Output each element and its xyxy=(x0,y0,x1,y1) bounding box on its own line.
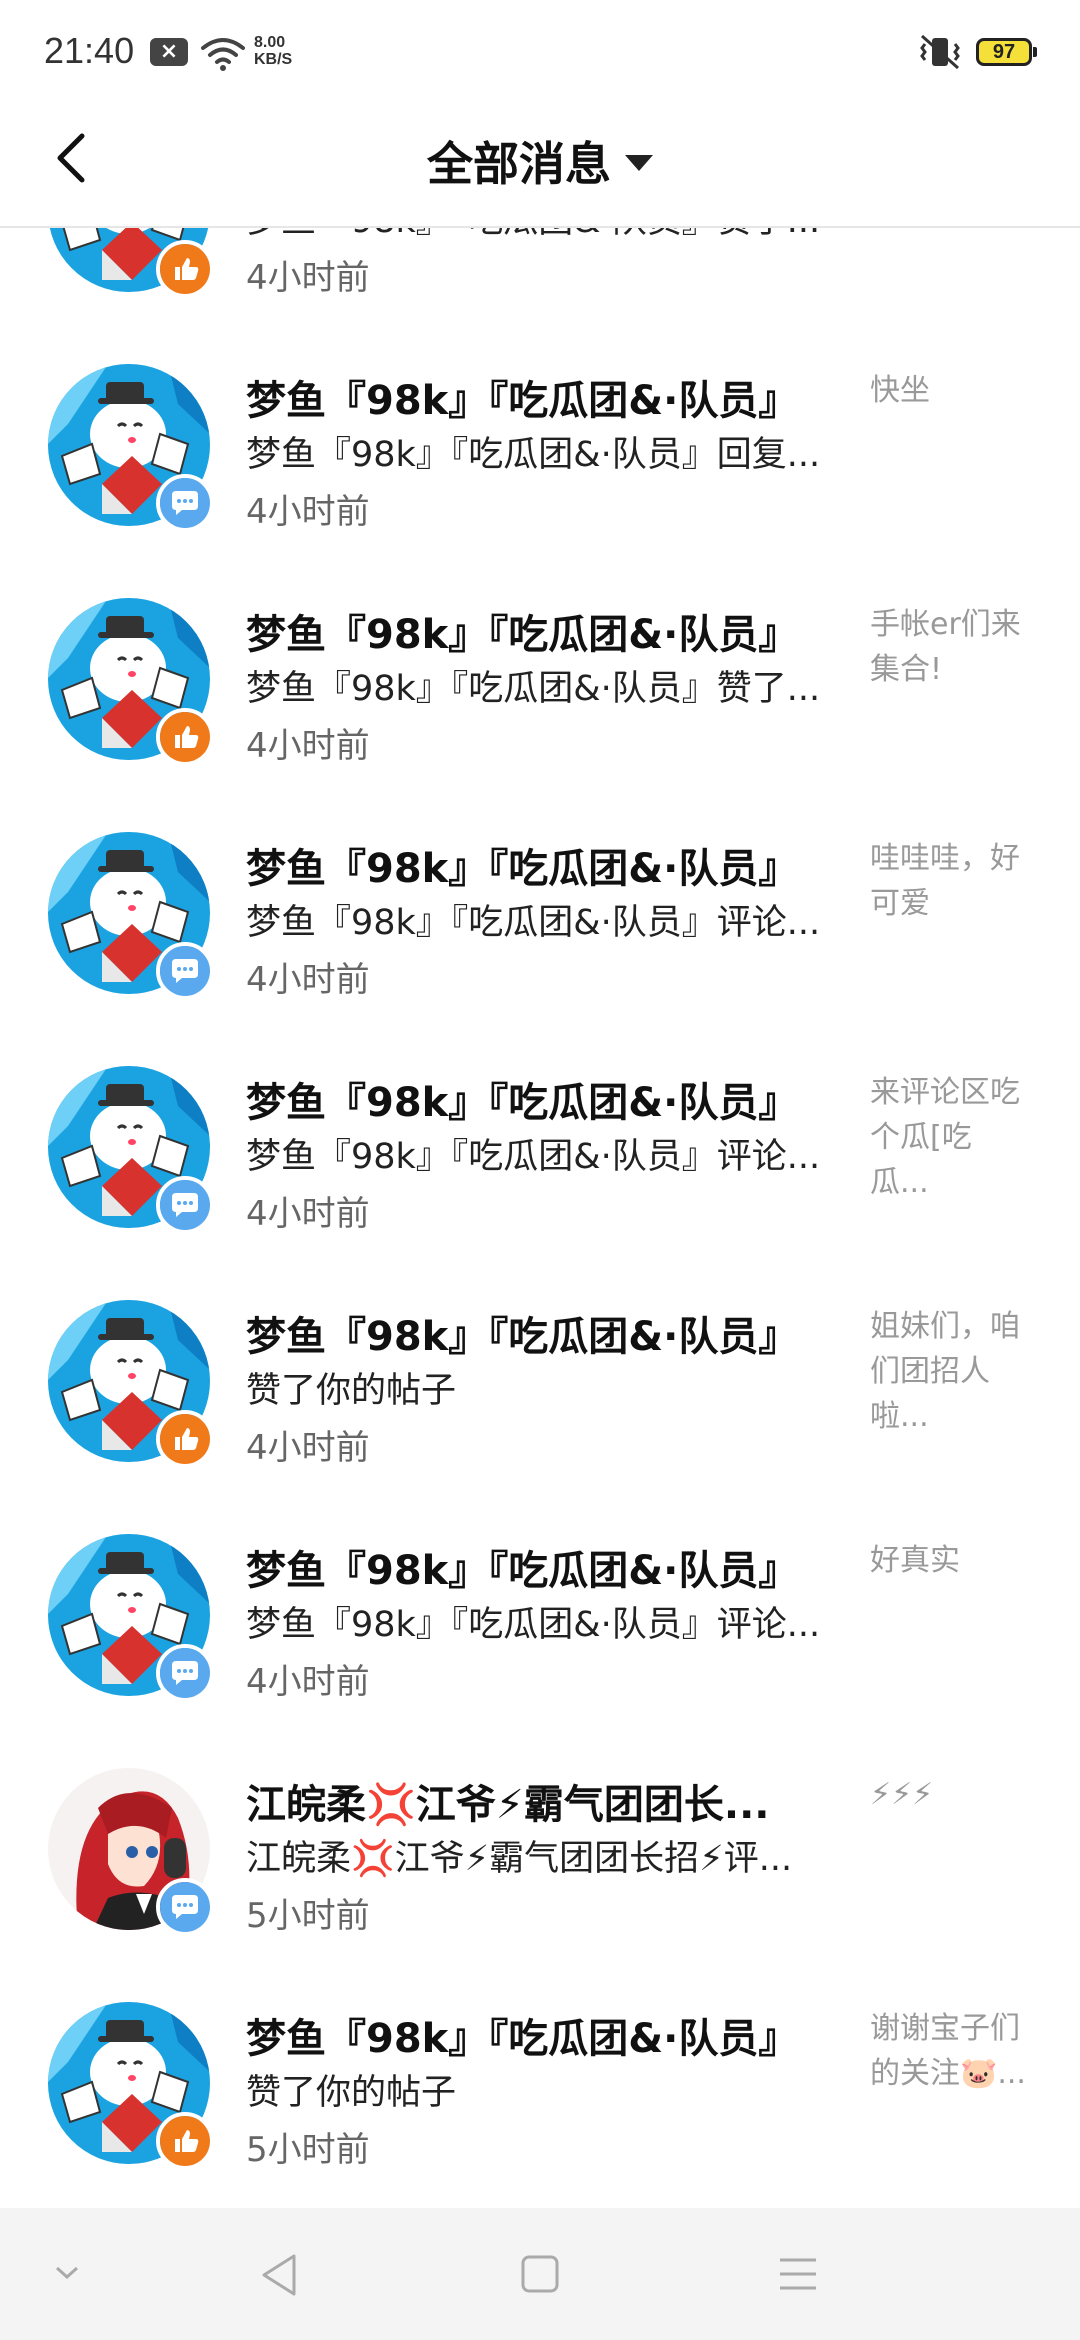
message-summary: 梦鱼『98k』『吃瓜团&·队员』评论... xyxy=(246,1137,821,1177)
status-time: 21:40 xyxy=(44,30,135,71)
back-triangle-icon[interactable] xyxy=(258,2252,300,2298)
comment-icon xyxy=(156,474,214,532)
sender-name: 梦鱼『98k』『吃瓜团&·队员』 xyxy=(246,1080,799,1126)
message-summary: 梦鱼『98k』『吃瓜团&·队员』评论... xyxy=(246,903,821,943)
battery-icon: 97 xyxy=(976,38,1037,66)
comment-icon xyxy=(156,1878,214,1936)
message-time: 4小时前 xyxy=(246,258,370,298)
post-preview: ⚡⚡⚡ xyxy=(870,1777,934,1812)
sender-name: 梦鱼『98k』『吃瓜团&·队员』 xyxy=(246,846,799,892)
system-nav-bar xyxy=(0,2208,1080,2340)
message-summary: 梦鱼『98k』『吃瓜团&·队员』赞了... xyxy=(246,669,821,709)
post-preview: 姐妹们，咱们团招人啦... xyxy=(870,1309,1020,1434)
message-time: 5小时前 xyxy=(246,1896,370,1936)
message-time: 4小时前 xyxy=(246,1662,370,1702)
wifi-icon xyxy=(201,38,245,71)
message-summary: 赞了你的帖子 xyxy=(246,1371,457,1411)
message-time: 5小时前 xyxy=(246,2130,370,2170)
message-item[interactable]: 梦鱼『98k』『吃瓜团&·队员』梦鱼『98k』『吃瓜团&·队员』赞了... 4小时… xyxy=(0,554,1080,788)
message-time: 4小时前 xyxy=(246,726,370,766)
net-speed-value: 8.00 xyxy=(254,34,286,51)
message-time: 4小时前 xyxy=(246,1428,370,1468)
thumbs-up-icon xyxy=(156,1410,214,1468)
message-summary: 梦鱼『98k』『吃瓜团&·队员』回复... xyxy=(246,435,821,475)
net-speed: 8.00 KB/S xyxy=(254,34,292,68)
comment-icon xyxy=(156,942,214,1000)
sender-name: 梦鱼『98k』『吃瓜团&·队员』 xyxy=(246,2016,799,2062)
message-item[interactable]: 梦鱼『98k』『吃瓜团&·队员』梦鱼『98k』『吃瓜团&·队员』评论... 4小时… xyxy=(0,1490,1080,1724)
message-item[interactable]: 梦鱼『98k』『吃瓜团&·队员』梦鱼『98k』『吃瓜团&·队员』回复... 4小时… xyxy=(0,320,1080,554)
message-item[interactable]: 梦鱼『98k』『吃瓜团&·队员』梦鱼『98k』『吃瓜团&·队员』评论... 4小时… xyxy=(0,788,1080,1022)
caret-down-icon xyxy=(625,155,653,171)
post-preview: 来评论区吃个瓜[吃瓜... xyxy=(870,1075,1020,1200)
thumbs-up-icon xyxy=(156,708,214,766)
post-preview: 手帐er们来集合! xyxy=(870,607,1021,687)
net-speed-unit: KB/S xyxy=(254,51,293,68)
comment-icon xyxy=(156,1176,214,1234)
post-preview: 好真实 xyxy=(870,1543,960,1578)
message-summary: 赞了你的帖子 xyxy=(246,2073,457,2113)
home-square-icon[interactable] xyxy=(520,2254,560,2294)
sender-name: 梦鱼『98k』『吃瓜团&·队员』 xyxy=(246,1314,799,1360)
thumbs-up-icon xyxy=(156,2112,214,2170)
message-item[interactable]: 梦鱼『98k』『吃瓜团&·队员』赞了你的帖子 4小时前 姐妹们，咱们团招人啦... xyxy=(0,1256,1080,1490)
message-time: 4小时前 xyxy=(246,960,370,1000)
chevron-down-icon[interactable] xyxy=(54,2264,80,2282)
menu-lines-icon[interactable] xyxy=(778,2256,818,2292)
vibrate-mode-icon xyxy=(920,34,960,70)
status-bar: 21:40 × 8.00 KB/S 97 xyxy=(0,0,1080,100)
message-item[interactable]: 江皖柔💢江爷⚡霸气团团长... 江皖柔💢江爷⚡霸气团团长招⚡评... 5小时前 ⚡⚡⚡ xyxy=(0,1724,1080,1958)
title-dropdown[interactable]: 全部消息 xyxy=(0,128,1080,194)
message-time: 4小时前 xyxy=(246,492,370,532)
message-summary: 梦鱼『98k』『吃瓜团&·队员』赞了... xyxy=(246,228,836,243)
message-summary: 梦鱼『98k』『吃瓜团&·队员』评论... xyxy=(246,1605,821,1645)
app-header: 全部消息 xyxy=(0,100,1080,228)
sender-name: 梦鱼『98k』『吃瓜团&·队员』 xyxy=(246,1548,799,1594)
comment-icon xyxy=(156,1644,214,1702)
message-item[interactable]: 梦鱼『98k』『吃瓜团&·队员』赞了你的帖子 5小时前 谢谢宝子们的关注🐷... xyxy=(0,1958,1080,2192)
message-time: 4小时前 xyxy=(246,1194,370,1234)
sender-name: 梦鱼『98k』『吃瓜团&·队员』 xyxy=(246,378,799,424)
thumbs-up-icon xyxy=(156,240,214,298)
message-item[interactable]: 梦鱼『98k』『吃瓜团&·队员』梦鱼『98k』『吃瓜团&·队员』赞了...4小时… xyxy=(0,228,1080,320)
post-preview: 快坐 xyxy=(870,373,930,408)
sender-name: 梦鱼『98k』『吃瓜团&·队员』 xyxy=(246,612,799,658)
message-summary: 江皖柔💢江爷⚡霸气团团长招⚡评... xyxy=(246,1839,793,1879)
message-item[interactable]: 梦鱼『98k』『吃瓜团&·队员』梦鱼『98k』『吃瓜团&·队员』评论... 4小时… xyxy=(0,1022,1080,1256)
post-preview: 哇哇哇，好可爱 xyxy=(870,841,1020,921)
post-preview: 谢谢宝子们的关注🐷... xyxy=(870,2011,1026,2091)
message-list[interactable]: 梦鱼『98k』『吃瓜团&·队员』梦鱼『98k』『吃瓜团&·队员』赞了...4小时… xyxy=(0,228,1080,2208)
page-title: 全部消息 xyxy=(427,137,611,191)
sender-name: 江皖柔💢江爷⚡霸气团团长... xyxy=(246,1782,770,1828)
close-notification-icon: × xyxy=(150,38,188,66)
